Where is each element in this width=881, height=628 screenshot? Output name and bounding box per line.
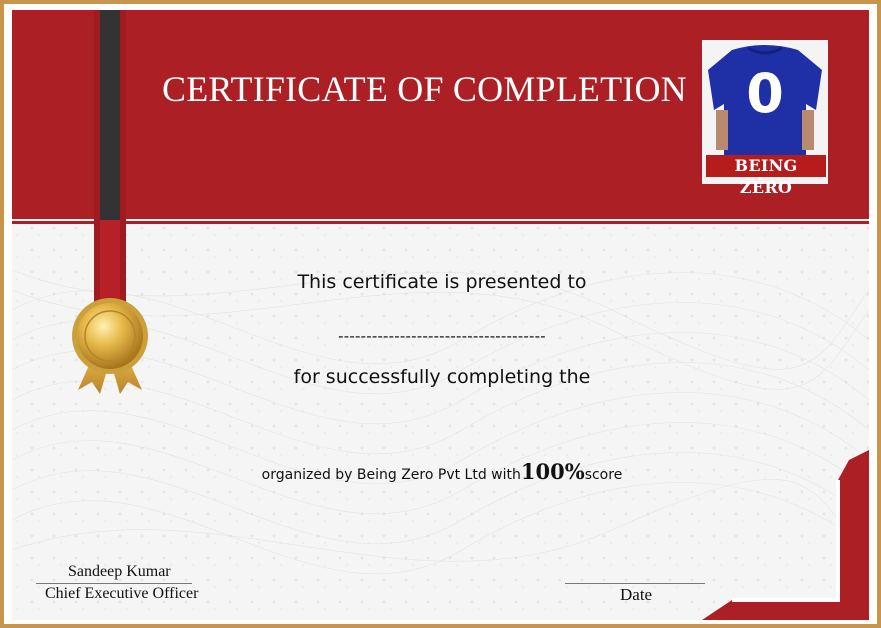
certificate-frame: CERTIFICATE OF COMPLETION 0 BEING ZERO T… (0, 0, 881, 628)
signatory-name: Sandeep Kumar (68, 563, 171, 580)
gold-medal-icon (72, 298, 148, 394)
certificate-body: CERTIFICATE OF COMPLETION 0 BEING ZERO T… (12, 10, 869, 620)
organizer-text: organized by Being Zero Pvt Ltd with (261, 467, 521, 483)
header-divider (12, 221, 869, 224)
signature-line (36, 583, 192, 584)
certificate-title: CERTIFICATE OF COMPLETION (162, 69, 687, 109)
organizer-line: organized by Being Zero Pvt Ltd with100%… (212, 459, 672, 484)
completing-text: for successfully completing the (293, 366, 591, 388)
logo-brand-text: BEING ZERO (706, 155, 826, 197)
ribbon-upper (94, 10, 126, 220)
corner-decoration (702, 450, 869, 620)
score-value: 100% (520, 459, 585, 484)
signatory-title: Chief Executive Officer (45, 585, 199, 602)
date-label: Date (620, 585, 653, 604)
presented-text: This certificate is presented to (297, 271, 587, 293)
recipient-name-line: ------------------------------------- (338, 327, 546, 345)
date-line (565, 583, 705, 584)
score-suffix: score (584, 467, 623, 483)
jersey-number: 0 (746, 62, 784, 125)
